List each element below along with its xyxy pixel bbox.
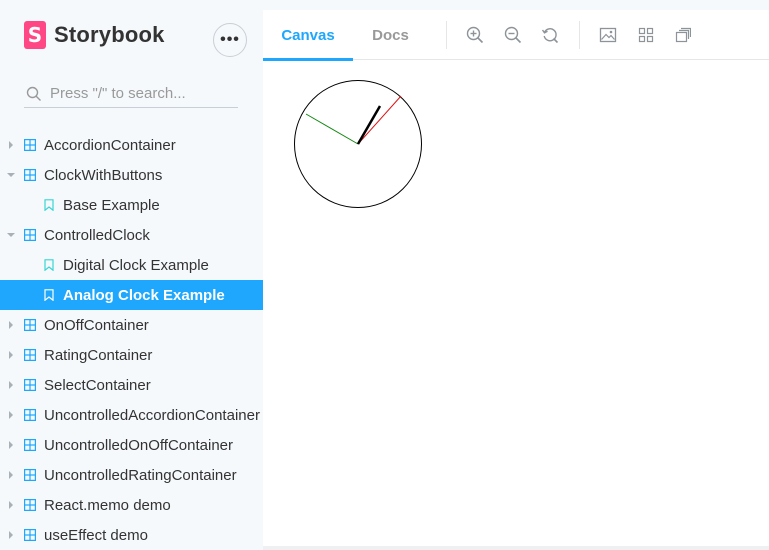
- bookmark-icon: [44, 289, 54, 301]
- component-icon: [24, 529, 36, 541]
- tree-item-digital-clock-example[interactable]: Digital Clock Example: [0, 250, 263, 280]
- bookmark-icon: [44, 259, 54, 271]
- tree-item-uncontrolledaccordioncontainer[interactable]: UncontrolledAccordionContainer: [0, 400, 263, 430]
- zoom-out-icon[interactable]: [503, 25, 523, 45]
- grid-icon[interactable]: [636, 25, 656, 45]
- tree-item-label: ControlledClock: [44, 226, 150, 244]
- tree-item-label: Base Example: [63, 196, 160, 214]
- tree-item-label: UncontrolledRatingContainer: [44, 466, 237, 484]
- component-icon: [24, 379, 36, 391]
- sidebar: S Storybook ••• AccordionContainer Clock…: [0, 0, 263, 550]
- tree-item-uncontrolledonoffcontainer[interactable]: UncontrolledOnOffContainer: [0, 430, 263, 460]
- tree-item-analog-clock-example[interactable]: Analog Clock Example: [0, 280, 263, 310]
- tree-item-uncontrolledratingcontainer[interactable]: UncontrolledRatingContainer: [0, 460, 263, 490]
- tree-item-label: ClockWithButtons: [44, 166, 163, 184]
- caret-down-icon: [7, 233, 15, 237]
- caret-right-icon: [9, 531, 13, 539]
- tree-item-base-example[interactable]: Base Example: [0, 190, 263, 220]
- story-tree: AccordionContainer ClockWithButtons Base…: [0, 130, 263, 550]
- preview-toolbar: Canvas Docs: [263, 10, 769, 61]
- tree-item-label: Digital Clock Example: [63, 256, 209, 274]
- tree-item-label: SelectContainer: [44, 376, 151, 394]
- tree-item-label: UncontrolledOnOffContainer: [44, 436, 233, 454]
- tree-item-useeffect-demo[interactable]: useEffect demo: [0, 520, 263, 550]
- measure-icon[interactable]: [673, 25, 693, 45]
- background-icon[interactable]: [598, 25, 618, 45]
- preview-bottom-edge: [263, 546, 769, 550]
- caret-down-icon: [7, 173, 15, 177]
- caret-right-icon: [9, 411, 13, 419]
- component-icon: [24, 409, 36, 421]
- caret-right-icon: [9, 321, 13, 329]
- tree-item-label: UncontrolledAccordionContainer: [44, 406, 260, 424]
- caret-right-icon: [9, 441, 13, 449]
- tree-item-onoffcontainer[interactable]: OnOffContainer: [0, 310, 263, 340]
- zoom-in-icon[interactable]: [465, 25, 485, 45]
- component-icon: [24, 229, 36, 241]
- tree-item-label: useEffect demo: [44, 526, 148, 544]
- tree-item-label: RatingContainer: [44, 346, 153, 364]
- caret-right-icon: [9, 501, 13, 509]
- component-icon: [24, 139, 36, 151]
- search-input[interactable]: [50, 85, 230, 102]
- component-icon: [24, 499, 36, 511]
- brand[interactable]: S Storybook: [24, 21, 165, 49]
- search-icon: [26, 86, 41, 101]
- component-icon: [24, 469, 36, 481]
- bookmark-icon: [44, 199, 54, 211]
- caret-right-icon: [9, 471, 13, 479]
- caret-right-icon: [9, 351, 13, 359]
- component-icon: [24, 439, 36, 451]
- component-icon: [24, 319, 36, 331]
- tree-item-ratingcontainer[interactable]: RatingContainer: [0, 340, 263, 370]
- brand-name: Storybook: [54, 22, 165, 47]
- component-icon: [24, 349, 36, 361]
- tree-item-accordioncontainer[interactable]: AccordionContainer: [0, 130, 263, 160]
- caret-right-icon: [9, 141, 13, 149]
- tree-item-label: AccordionContainer: [44, 136, 176, 154]
- tree-item-label: Analog Clock Example: [63, 286, 225, 304]
- tree-item-controlledclock[interactable]: ControlledClock: [0, 220, 263, 250]
- tree-item-label: OnOffContainer: [44, 316, 149, 334]
- preview-panel: Canvas Docs: [263, 10, 769, 546]
- tab-docs[interactable]: Docs: [353, 10, 428, 60]
- tree-item-react-memo-demo[interactable]: React.memo demo: [0, 490, 263, 520]
- ellipsis-icon: •••: [220, 31, 240, 48]
- story-canvas: [263, 61, 769, 546]
- storybook-logo-icon: S: [24, 21, 46, 49]
- toolbar-divider: [579, 21, 580, 49]
- component-icon: [24, 169, 36, 181]
- toolbar-divider: [446, 21, 447, 49]
- menu-button[interactable]: •••: [213, 23, 247, 57]
- tree-item-clockwithbuttons[interactable]: ClockWithButtons: [0, 160, 263, 190]
- tree-item-selectcontainer[interactable]: SelectContainer: [0, 370, 263, 400]
- reset-zoom-icon[interactable]: [540, 25, 560, 45]
- tab-canvas[interactable]: Canvas: [263, 10, 353, 61]
- tree-item-label: React.memo demo: [44, 496, 171, 514]
- analog-clock: [294, 80, 422, 208]
- caret-right-icon: [9, 381, 13, 389]
- search-box: [24, 80, 238, 108]
